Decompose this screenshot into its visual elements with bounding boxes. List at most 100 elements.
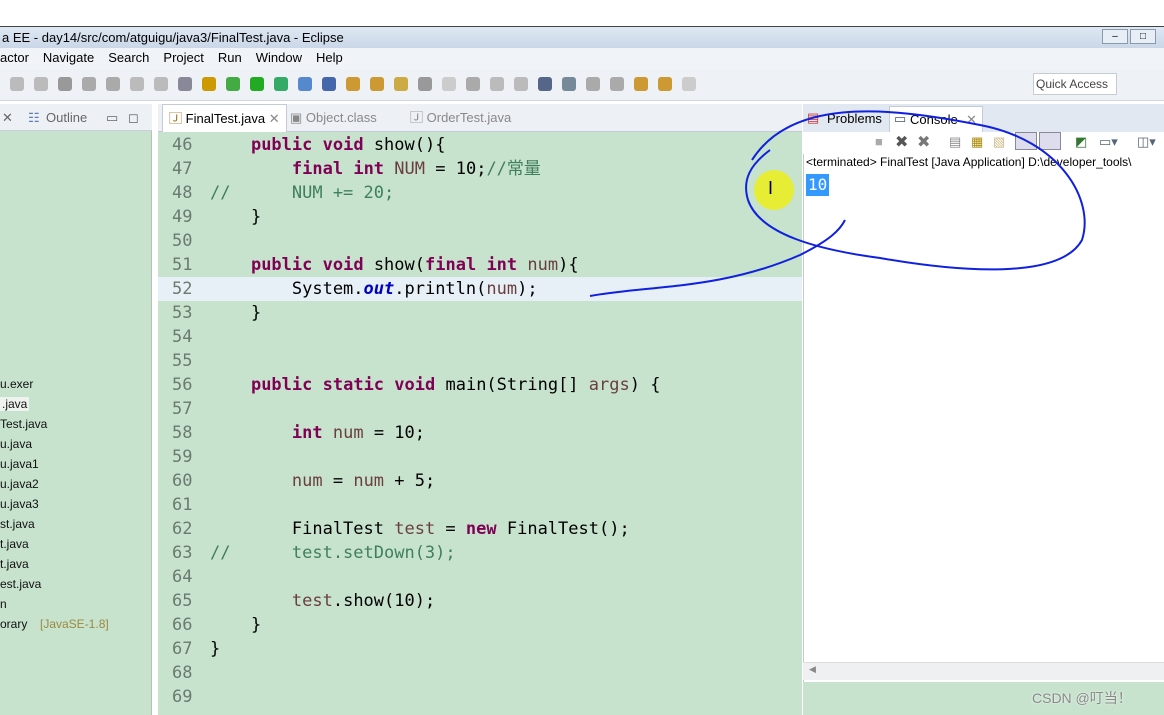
tree-item[interactable]: u.java <box>0 437 32 451</box>
code-line[interactable]: 69 <box>158 685 802 709</box>
toolbar-icon[interactable] <box>538 77 552 91</box>
toolbar-icon[interactable] <box>250 77 264 91</box>
toolbar-icon[interactable] <box>634 77 648 91</box>
toolbar-icon[interactable] <box>106 77 120 91</box>
code-line[interactable]: 57 <box>158 397 802 421</box>
toolbar-icon[interactable] <box>346 77 360 91</box>
toolbar-icon[interactable] <box>394 77 408 91</box>
tree-item[interactable]: .java <box>0 397 30 411</box>
code-line[interactable]: 58 int num = 10; <box>158 421 802 445</box>
tab-outline[interactable]: Outline <box>46 104 87 131</box>
menu-run[interactable]: Run <box>218 48 242 69</box>
close-icon[interactable]: ✕ <box>2 104 13 131</box>
maximize-button[interactable]: □ <box>1130 29 1156 44</box>
word-wrap-icon[interactable]: ▧ <box>993 134 1005 150</box>
code-line[interactable]: 55 <box>158 349 802 373</box>
scroll-lock-icon[interactable]: ▦ <box>971 134 983 150</box>
menu-project[interactable]: Project <box>163 48 203 69</box>
horizontal-scrollbar[interactable]: ◀ <box>803 662 1164 680</box>
tree-item[interactable]: est.java <box>0 577 41 591</box>
tree-item[interactable]: n <box>0 597 7 611</box>
menu-help[interactable]: Help <box>316 48 343 69</box>
menu-actor[interactable]: actor <box>0 48 29 69</box>
code-line[interactable]: 52 System.out.println(num); <box>158 277 802 301</box>
close-icon[interactable]: ✕ <box>966 112 977 128</box>
pin-console-icon[interactable]: ◩ <box>1075 134 1087 150</box>
tree-item[interactable]: t.java <box>0 537 29 551</box>
code-line[interactable]: 60 num = num + 5; <box>158 469 802 493</box>
tree-item[interactable]: t.java <box>0 557 29 571</box>
code-line[interactable]: 63 // test.setDown(3); <box>158 541 802 565</box>
open-console-icon[interactable]: ◫▾ <box>1137 134 1156 150</box>
close-icon[interactable]: ✕ <box>269 111 280 126</box>
toolbar-icon[interactable] <box>178 77 192 91</box>
toolbar-icon[interactable] <box>322 77 336 91</box>
code-line[interactable]: 50 <box>158 229 802 253</box>
console-output[interactable]: 10 <box>806 174 830 196</box>
toolbar-icon[interactable] <box>226 77 240 91</box>
menu-navigate[interactable]: Navigate <box>43 48 94 69</box>
toolbar-icon[interactable] <box>202 77 216 91</box>
code-line[interactable]: 59 <box>158 445 802 469</box>
remove-launch-icon[interactable]: ✖ <box>895 132 908 152</box>
code-line[interactable]: 53 } <box>158 301 802 325</box>
tree-item[interactable]: Test.java <box>0 417 47 431</box>
quick-access-input[interactable]: Quick Access <box>1033 73 1117 95</box>
toolbar-icon[interactable] <box>274 77 288 91</box>
tree-item[interactable]: st.java <box>0 517 35 531</box>
tab-finaltest[interactable]: 🄹 FinalTest.java ✕ <box>162 104 287 132</box>
tab-console[interactable]: ▭ Console ✕ <box>889 106 983 132</box>
toolbar-icon[interactable] <box>682 77 696 91</box>
show-on-stdout-icon[interactable] <box>1015 132 1037 150</box>
tree-item[interactable]: u.exer <box>0 377 33 391</box>
code-line[interactable]: 67} <box>158 637 802 661</box>
code-line[interactable]: 48 // NUM += 20; <box>158 181 802 205</box>
tree-item[interactable]: orary <box>0 617 27 631</box>
toolbar-icon[interactable] <box>610 77 624 91</box>
code-line[interactable]: 56 public static void main(String[] args… <box>158 373 802 397</box>
code-line[interactable]: 51 public void show(final int num){ <box>158 253 802 277</box>
code-line[interactable]: 47 final int NUM = 10;//常量 <box>158 157 802 181</box>
clear-console-icon[interactable]: ▤ <box>949 134 961 150</box>
toolbar-icon[interactable] <box>586 77 600 91</box>
tab-ordertest[interactable]: 🄹 OrderTest.java <box>410 104 511 132</box>
code-line[interactable]: 62 FinalTest test = new FinalTest(); <box>158 517 802 541</box>
tab-object-class[interactable]: ▣ Object.class <box>290 104 377 132</box>
tree-item[interactable]: u.java2 <box>0 477 39 491</box>
code-line[interactable]: 64 <box>158 565 802 589</box>
maximize-view-icon[interactable]: ◻ <box>128 104 139 131</box>
menu-window[interactable]: Window <box>256 48 302 69</box>
tab-problems[interactable]: Problems <box>827 111 882 126</box>
code-line[interactable]: 66 } <box>158 613 802 637</box>
code-line[interactable]: 65 test.show(10); <box>158 589 802 613</box>
menu-search[interactable]: Search <box>108 48 149 69</box>
toolbar-icon[interactable] <box>418 77 432 91</box>
toolbar-icon[interactable] <box>130 77 144 91</box>
code-line[interactable]: 46 public void show(){ <box>158 133 802 157</box>
code-line[interactable]: 54 <box>158 325 802 349</box>
toolbar-icon[interactable] <box>370 77 384 91</box>
tree-item[interactable]: u.java1 <box>0 457 39 471</box>
toolbar-icon[interactable] <box>82 77 96 91</box>
code-line[interactable]: 49 } <box>158 205 802 229</box>
minimize-view-icon[interactable]: ▭ <box>106 104 118 131</box>
terminate-icon[interactable]: ■ <box>875 134 883 149</box>
display-console-icon[interactable]: ▭▾ <box>1099 134 1118 150</box>
console-view[interactable] <box>803 104 1164 682</box>
toolbar-icon[interactable] <box>58 77 72 91</box>
toolbar-icon[interactable] <box>562 77 576 91</box>
toolbar-icon[interactable] <box>34 77 48 91</box>
toolbar-icon[interactable] <box>514 77 528 91</box>
toolbar-icon[interactable] <box>298 77 312 91</box>
minimize-button[interactable]: – <box>1102 29 1128 44</box>
toolbar-icon[interactable] <box>442 77 456 91</box>
toolbar-icon[interactable] <box>658 77 672 91</box>
remove-all-icon[interactable]: ✖ <box>917 132 930 152</box>
show-on-stderr-icon[interactable] <box>1039 132 1061 150</box>
code-line[interactable]: 68 <box>158 661 802 685</box>
toolbar-icon[interactable] <box>466 77 480 91</box>
toolbar-icon[interactable] <box>154 77 168 91</box>
toolbar-icon[interactable] <box>490 77 504 91</box>
tree-item[interactable]: u.java3 <box>0 497 39 511</box>
toolbar-icon[interactable] <box>10 77 24 91</box>
